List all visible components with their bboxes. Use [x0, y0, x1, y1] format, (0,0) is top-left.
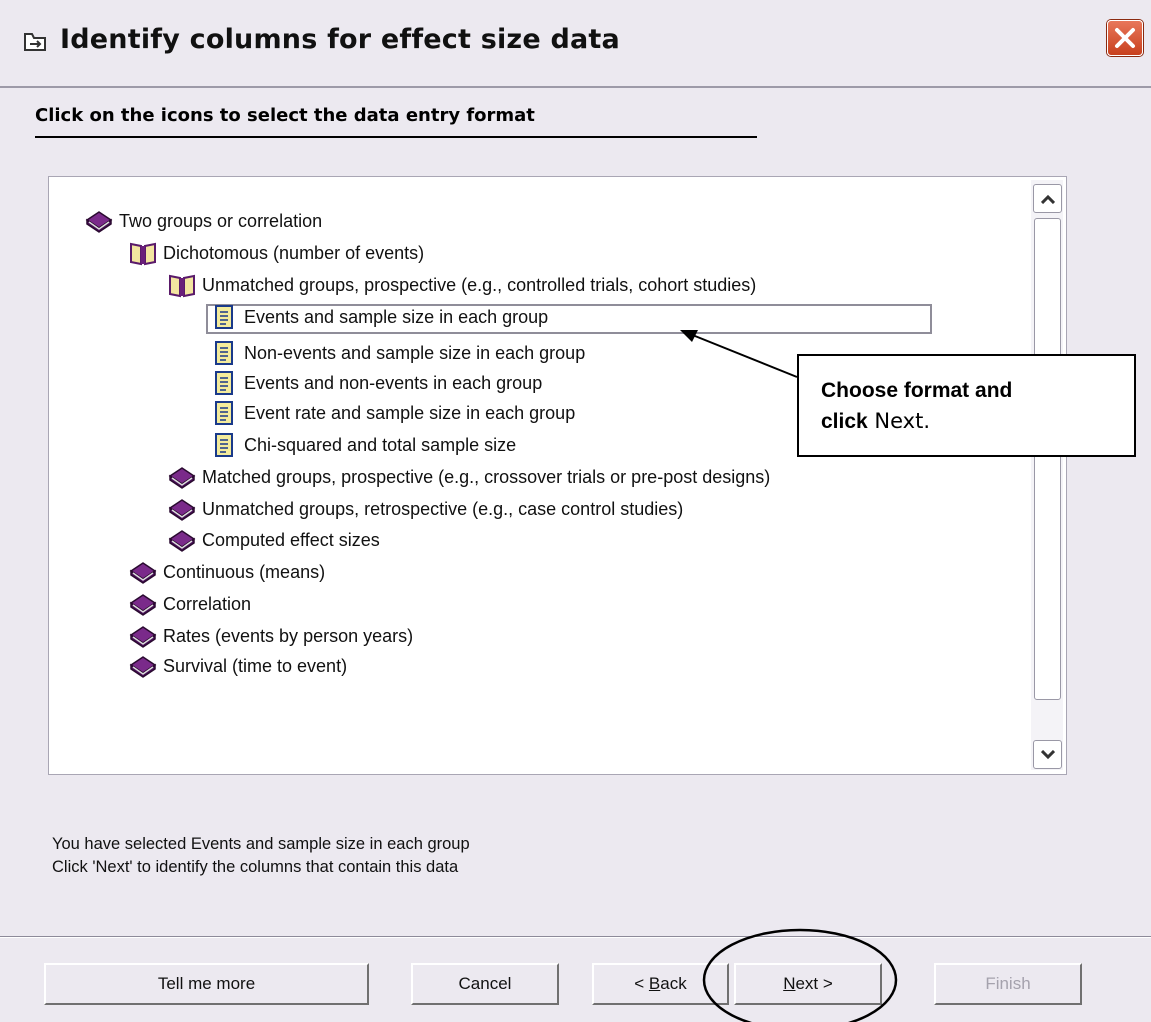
next-button-highlight-ellipse: [702, 928, 898, 1022]
dialog-window: Identify columns for effect size data Cl…: [0, 0, 1151, 1022]
annotation-overlay: [680, 330, 898, 1022]
callout-arrow: [680, 330, 798, 378]
